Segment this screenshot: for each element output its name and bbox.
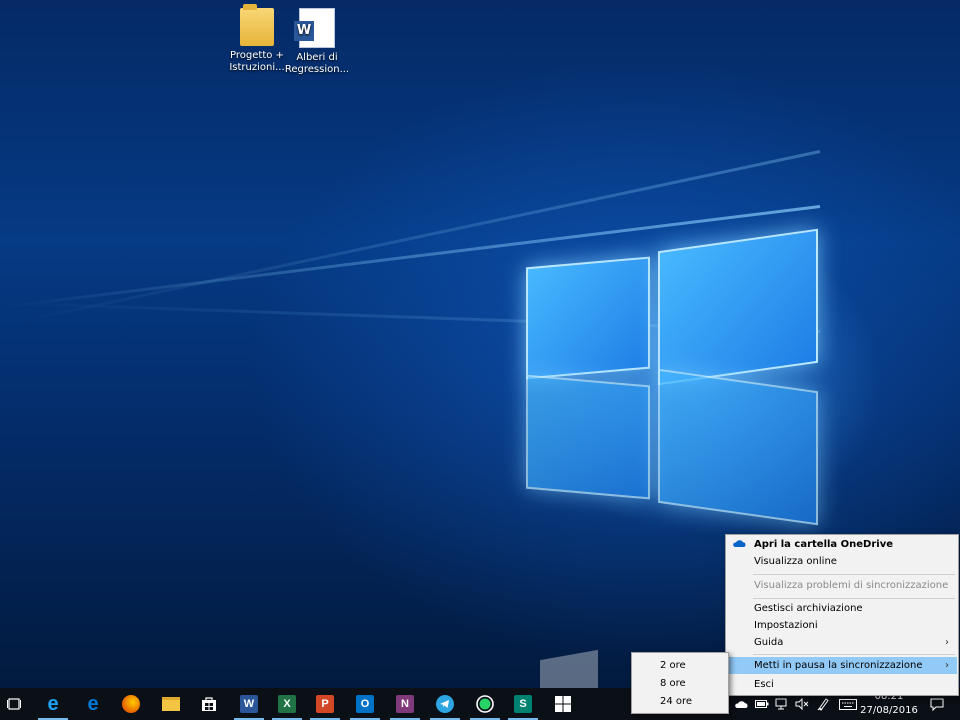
battery-icon [755, 700, 769, 708]
taskbar-sway[interactable]: S [504, 688, 542, 720]
taskbar-powerpoint[interactable]: P [306, 688, 344, 720]
firefox-icon [122, 695, 140, 713]
menu-item-label: Visualizza online [754, 556, 837, 567]
edge-icon: e [87, 693, 99, 715]
menu-item-label: Metti in pausa la sincronizzazione [754, 660, 923, 671]
task-view-button[interactable] [0, 688, 28, 720]
wallpaper-logo-pane [658, 228, 818, 386]
word-document-icon: W [294, 8, 335, 48]
outlook-icon: O [356, 695, 374, 713]
taskbar-onenote[interactable]: N [386, 688, 424, 720]
desktop-icon-alberi[interactable]: W Alberi di Regression... [282, 8, 352, 76]
menu-item-label: Apri la cartella OneDrive [754, 539, 894, 550]
menu-item-settings[interactable]: Impostazioni [727, 617, 957, 634]
menu-item-pause-sync[interactable]: Metti in pausa la sincronizzazione › [727, 657, 957, 674]
menu-item-manage-storage[interactable]: Gestisci archiviazione [727, 600, 957, 617]
desktop-icon-label: Alberi di Regression... [284, 52, 350, 75]
submenu-item-label: 2 ore [660, 660, 686, 671]
menu-item-label: Visualizza problemi di sincronizzazione [754, 580, 949, 591]
taskbar-edge[interactable]: e [74, 688, 112, 720]
onenote-icon: N [396, 695, 414, 713]
menu-item-label: Esci [754, 679, 774, 690]
menu-separator [753, 574, 955, 575]
menu-separator [753, 598, 955, 599]
menu-item-view-sync-problems: Visualizza problemi di sincronizzazione [727, 577, 957, 594]
onedrive-context-menu: Apri la cartella OneDrive Visualizza onl… [725, 534, 959, 696]
menu-item-open-onedrive-folder[interactable]: Apri la cartella OneDrive [727, 536, 957, 553]
powerpoint-icon: P [316, 695, 334, 713]
word-icon: W [240, 695, 258, 713]
submenu-arrow-icon: › [945, 637, 949, 648]
taskbar-windows-app[interactable] [544, 688, 582, 720]
store-icon [202, 697, 216, 711]
menu-separator [753, 654, 955, 655]
menu-item-label: Impostazioni [754, 620, 818, 631]
taskbar-store[interactable] [190, 688, 228, 720]
menu-item-help[interactable]: Guida › [727, 634, 957, 651]
wallpaper-logo-pane [658, 368, 818, 526]
menu-item-exit[interactable]: Esci [727, 676, 957, 693]
onedrive-tray-icon [735, 700, 748, 708]
taskbar-file-explorer[interactable] [152, 688, 190, 720]
taskbar-internet-explorer[interactable]: e [34, 688, 72, 720]
submenu-arrow-icon: › [945, 660, 949, 671]
taskbar-firefox[interactable] [112, 688, 150, 720]
submenu-item-label: 8 ore [660, 678, 686, 689]
excel-icon: X [278, 695, 296, 713]
touch-keyboard-icon [839, 698, 857, 710]
wallpaper-logo-pane [526, 256, 650, 380]
file-explorer-icon [162, 697, 180, 711]
folder-icon [240, 4, 274, 46]
taskbar-outlook[interactable]: O [346, 688, 384, 720]
internet-explorer-icon: e [47, 693, 59, 715]
menu-item-label: Guida [754, 637, 784, 648]
sway-icon: S [514, 695, 532, 713]
taskbar-whatsapp[interactable] [466, 688, 504, 720]
menu-item-label: Gestisci archiviazione [754, 603, 863, 614]
network-icon [775, 698, 787, 710]
windows-logo-icon [555, 696, 571, 712]
submenu-item-8-hours[interactable]: 8 ore [633, 675, 727, 692]
clock-date: 27/08/2016 [860, 705, 918, 716]
telegram-icon [436, 695, 454, 713]
watermark-windows-logo-icon [540, 649, 598, 688]
submenu-item-label: 24 ore [660, 696, 693, 707]
menu-item-view-online[interactable]: Visualizza online [727, 553, 957, 570]
wallpaper-logo-pane [526, 374, 650, 500]
whatsapp-icon [476, 695, 494, 713]
submenu-item-24-hours[interactable]: 24 ore [633, 693, 727, 710]
pen-workspace-icon [817, 698, 829, 711]
submenu-item-2-hours[interactable]: 2 ore [633, 657, 727, 674]
volume-muted-icon [795, 698, 809, 710]
taskbar-word[interactable]: W [230, 688, 268, 720]
action-center-icon [930, 698, 944, 711]
word-glyph: W [294, 21, 314, 41]
taskbar-telegram[interactable] [426, 688, 464, 720]
pause-sync-submenu: 2 ore 8 ore 24 ore [631, 652, 729, 714]
task-view-icon [7, 698, 21, 710]
taskbar-excel[interactable]: X [268, 688, 306, 720]
